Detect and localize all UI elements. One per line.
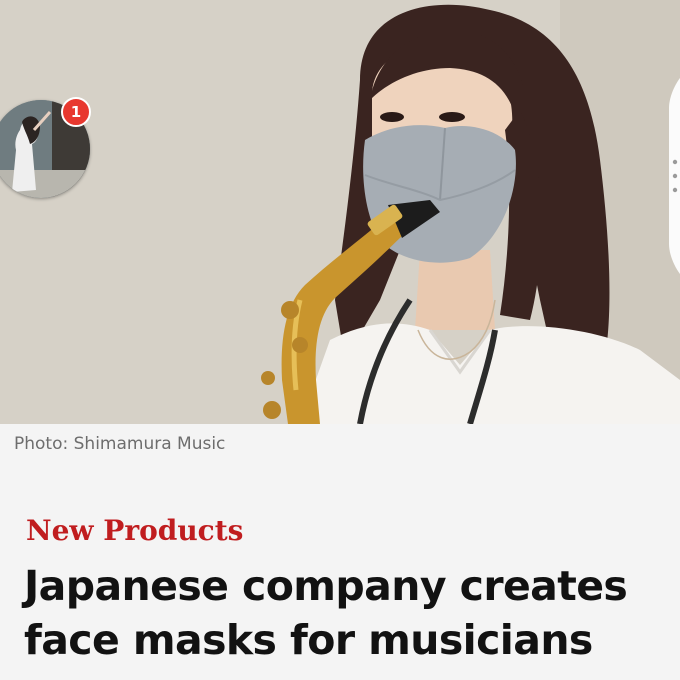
article-category-link[interactable]: New Products <box>26 514 243 547</box>
article-headline[interactable]: Japanese company creates face masks for … <box>24 559 674 667</box>
edge-panel-handle[interactable] <box>666 78 680 274</box>
article-hero-photo[interactable]: 1 <box>0 0 680 424</box>
notification-badge: 1 <box>61 97 91 127</box>
photo-caption: Photo: Shimamura Music <box>14 434 226 454</box>
hero-illustration <box>0 0 680 424</box>
chat-head-bubble[interactable]: 1 <box>0 97 92 200</box>
